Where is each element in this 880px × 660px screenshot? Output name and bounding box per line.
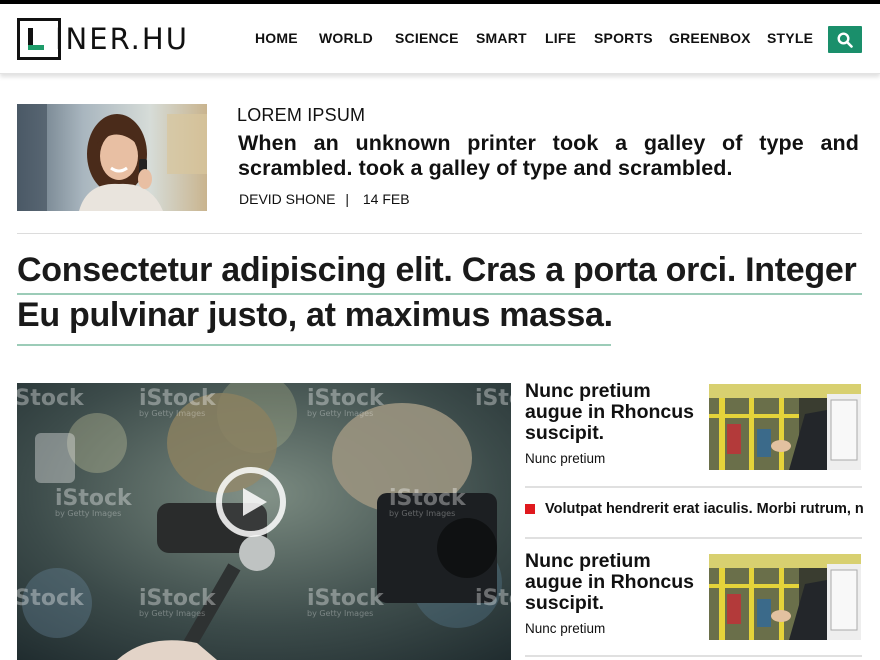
watermark: iStock: [475, 386, 511, 411]
side-card-title[interactable]: Nunc pretium augue in Rhoncus suscipit.: [525, 551, 705, 614]
watermark-sub: by Getty Images: [139, 409, 205, 418]
feature-title[interactable]: When an unknown printer took a galley of…: [238, 131, 859, 181]
nav-smart[interactable]: SMART: [476, 30, 527, 46]
side-divider: [525, 537, 862, 539]
logo-mark: [17, 18, 61, 60]
nav-greenbox[interactable]: GREENBOX: [669, 30, 751, 46]
feature-image[interactable]: [17, 104, 207, 211]
watermark: iStock: [139, 386, 217, 411]
ticker-text: Volutpat hendrerit erat iaculis. Morbi r…: [545, 501, 864, 517]
watermark: iStock: [17, 386, 85, 411]
meta-separator: |: [345, 191, 349, 207]
nav-world[interactable]: WORLD: [319, 30, 373, 46]
watermark-sub: by Getty Images: [389, 509, 455, 518]
watermark: iStock: [55, 486, 133, 511]
side-card-subtitle: Nunc pretium: [525, 451, 606, 466]
ticker-bullet-icon: [525, 504, 535, 514]
side-card-subtitle: Nunc pretium: [525, 621, 606, 636]
news-ticker[interactable]: Volutpat hendrerit erat iaculis. Morbi r…: [525, 500, 880, 520]
play-button[interactable]: [214, 465, 288, 539]
headline-underline: [17, 293, 862, 295]
play-icon: [216, 467, 286, 537]
watermark: iStock: [307, 586, 385, 611]
watermark-sub: by Getty Images: [55, 509, 121, 518]
watermark: iStock: [307, 386, 385, 411]
headline-line-1: Consectetur adipiscing elit. Cras a port…: [17, 251, 857, 289]
feature-category[interactable]: LOREM IPSUM: [237, 105, 365, 126]
search-button[interactable]: [828, 26, 862, 53]
headline-line-2: Eu pulvinar justo, at maximus massa.: [17, 296, 613, 334]
watermark-sub: by Getty Images: [307, 409, 373, 418]
side-divider: [525, 655, 862, 657]
side-card-image[interactable]: [709, 554, 861, 640]
search-icon: [837, 32, 853, 48]
watermark: iStock: [389, 486, 467, 511]
nav-science[interactable]: SCIENCE: [395, 30, 459, 46]
feature-meta: DEVID SHONE | 14 FEB: [239, 191, 410, 207]
watermark: iStock: [475, 586, 511, 611]
watermark: iStock: [139, 586, 217, 611]
site-logo[interactable]: INER.HU: [17, 18, 189, 60]
watermark-sub: by Getty Images: [139, 609, 205, 618]
nav-home[interactable]: HOME: [255, 30, 298, 46]
headline-underline: [17, 344, 611, 346]
side-divider: [525, 486, 862, 488]
side-card-title[interactable]: Nunc pretium augue in Rhoncus suscipit.: [525, 381, 705, 444]
logo-text: INER.HU: [55, 22, 189, 56]
nav-life[interactable]: LIFE: [545, 30, 576, 46]
feature-author[interactable]: DEVID SHONE: [239, 191, 335, 207]
watermark-sub: by Getty Images: [307, 609, 373, 618]
section-divider: [17, 233, 862, 234]
site-header: INER.HU HOME WORLD SCIENCE SMART LIFE SP…: [0, 4, 880, 74]
feature-date: 14 FEB: [362, 191, 410, 207]
side-card-image[interactable]: [709, 384, 861, 470]
nav-style[interactable]: STYLE: [767, 30, 813, 46]
nav-sports[interactable]: SPORTS: [594, 30, 653, 46]
watermark: iStock: [17, 586, 85, 611]
